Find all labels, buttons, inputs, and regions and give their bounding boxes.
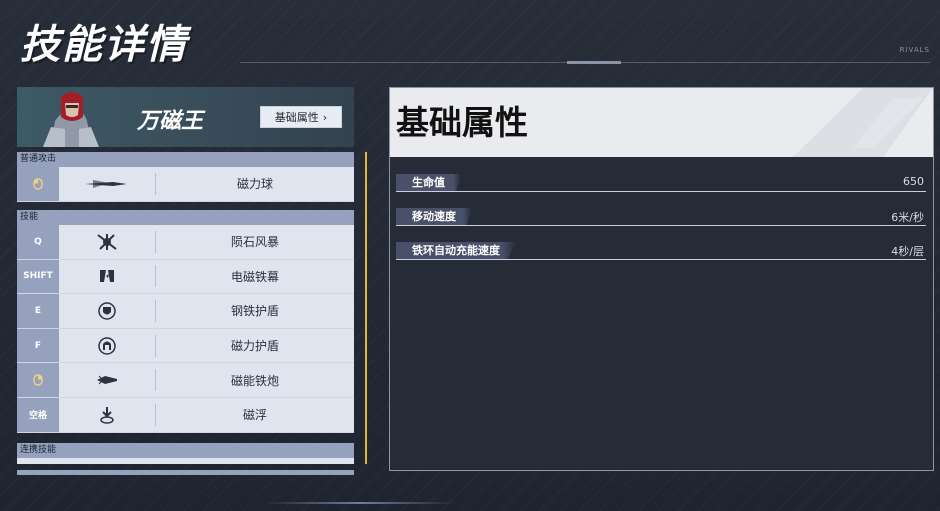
mouse-left-icon: [17, 167, 59, 201]
stat-row-recharge-speed: 铁环自动充能速度 4秒/层: [396, 242, 926, 260]
skill-row-magnetic-cannon[interactable]: 磁能铁炮: [17, 363, 354, 398]
skill-row-meteor-storm[interactable]: Q 陨石风暴: [17, 225, 354, 260]
stat-value: 650: [903, 175, 924, 188]
levitate-icon: [59, 398, 155, 432]
brand-label: RIVALS: [899, 46, 930, 54]
skill-label: 钢铁护盾: [230, 304, 279, 319]
section-header-team-up: 连携技能: [17, 443, 354, 458]
hero-banner: 万磁王 基础属性 ›: [17, 87, 354, 147]
decorative-streak: [265, 502, 455, 504]
skill-row-steel-shield[interactable]: E 钢铁护盾: [17, 294, 354, 329]
chevron-right-icon: ›: [322, 110, 328, 124]
stat-name: 移动速度: [396, 208, 472, 225]
basic-attributes-label: 基础属性: [274, 111, 319, 124]
magnetic-projectile-icon: [59, 167, 155, 201]
hero-name: 万磁王: [137, 109, 204, 134]
team-up-list: [17, 458, 354, 464]
skill-label: 电磁铁幕: [230, 269, 279, 284]
skill-row-iron-curtain[interactable]: SHIFT 电磁铁幕: [17, 259, 354, 295]
cannon-icon: [59, 363, 155, 397]
meteor-storm-icon: [59, 225, 155, 259]
detail-panel: 基础属性 生命值 650 移动速度 6米/秒 铁环自动充能速度 4秒/层: [389, 87, 934, 471]
key-f: F: [17, 328, 59, 363]
stat-value: 4秒/层: [891, 245, 924, 258]
skill-label: 磁力护盾: [230, 339, 279, 354]
skill-row-magnetic-ball[interactable]: 磁力球: [17, 167, 354, 202]
section-header-normal-attack: 普通攻击: [17, 152, 354, 167]
key-q: Q: [17, 225, 59, 259]
key-space: 空格: [17, 397, 59, 432]
normal-attack-list: 磁力球: [17, 167, 354, 202]
skills-scrollbar[interactable]: [365, 152, 367, 464]
stat-value: 6米/秒: [891, 211, 924, 224]
skills-list: Q 陨石风暴 SHIFT 电磁铁幕 E 钢铁护盾 F 磁力护盾 磁能铁炮 空格 …: [17, 225, 354, 433]
section-header-next: [17, 470, 354, 475]
hero-portrait: [43, 92, 99, 147]
key-e: E: [17, 294, 59, 328]
key-shift: SHIFT: [17, 259, 59, 294]
section-header-skills: 技能: [17, 210, 354, 225]
skill-label: 磁能铁炮: [230, 373, 279, 388]
detail-title: 基础属性: [396, 103, 528, 142]
basic-attributes-button[interactable]: 基础属性 ›: [260, 106, 342, 128]
skill-label: 磁浮: [242, 408, 267, 423]
lightning-emblem-icon: [793, 88, 933, 157]
stat-name: 生命值: [396, 174, 461, 191]
detail-header: 基础属性: [390, 88, 933, 157]
stat-name: 铁环自动充能速度: [396, 242, 516, 259]
stat-row-move-speed: 移动速度 6米/秒: [396, 208, 926, 226]
mouse-right-icon: [17, 363, 59, 397]
skill-label: 磁力球: [236, 177, 273, 192]
shield-icon: [59, 294, 155, 328]
header-divider-accent: [567, 61, 621, 64]
skill-row-levitate[interactable]: 空格 磁浮: [17, 397, 354, 433]
iron-curtain-icon: [59, 260, 155, 294]
helmet-shield-icon: [59, 329, 155, 363]
skill-label: 陨石风暴: [230, 235, 279, 250]
skill-row-magnetic-shield[interactable]: F 磁力护盾: [17, 328, 354, 364]
page-title: 技能详情: [20, 22, 188, 68]
stat-row-health: 生命值 650: [396, 174, 926, 192]
